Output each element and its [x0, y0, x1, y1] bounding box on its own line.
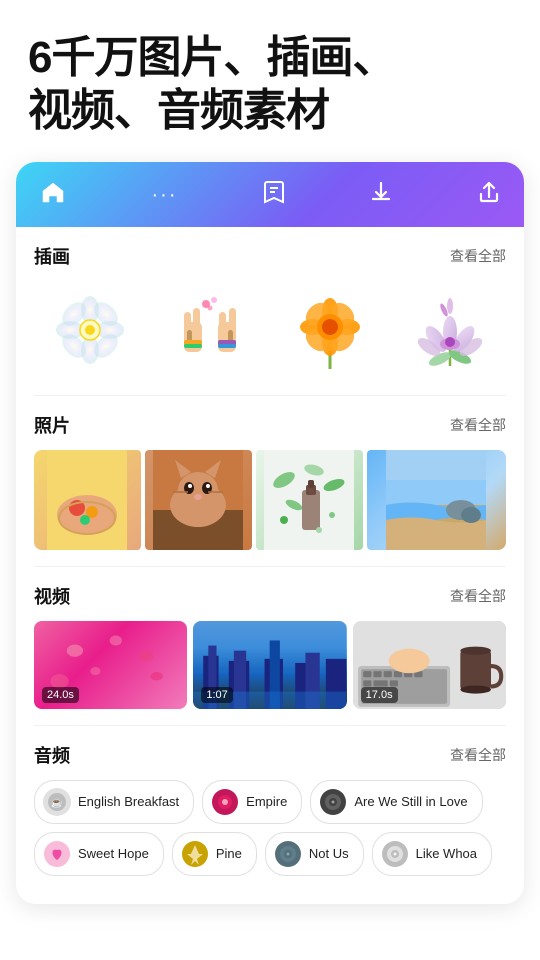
audio-header: 音频 查看全部 [34, 742, 506, 768]
video-duration-city: 1:07 [201, 687, 232, 703]
photos-title: 照片 [34, 412, 70, 438]
audio-chip-not-us[interactable]: Not Us [265, 832, 364, 876]
illustrations-title: 插画 [34, 243, 70, 269]
hero-title: 6千万图片、插画、 视频、音频素材 [28, 32, 512, 138]
content-area: 插画 查看全部 [16, 227, 524, 904]
chip-icon-pine [181, 840, 209, 868]
audio-title: 音频 [34, 742, 70, 768]
videos-section: 视频 查看全部 [16, 583, 524, 725]
audio-chip-are-we-still[interactable]: Are We Still in Love [310, 780, 482, 824]
audio-see-all[interactable]: 查看全部 [450, 745, 506, 765]
video-city[interactable]: 1:07 [193, 621, 346, 709]
photos-section: 照片 查看全部 [16, 412, 524, 566]
illustration-marigold[interactable] [274, 285, 386, 375]
photo-food[interactable] [34, 450, 141, 550]
bookmark-icon[interactable] [263, 180, 285, 210]
chip-label-pine: Pine [216, 846, 242, 861]
audio-section: 音频 查看全部 ☕ English Breakfast [16, 742, 524, 896]
illustration-hands[interactable] [154, 285, 266, 375]
hero-section: 6千万图片、插画、 视频、音频素材 [0, 0, 540, 162]
illustrations-see-all[interactable]: 查看全部 [450, 246, 506, 266]
chip-icon-are-we-still [319, 788, 347, 816]
audio-chip-english-breakfast[interactable]: ☕ English Breakfast [34, 780, 194, 824]
photo-herbs[interactable] [256, 450, 363, 550]
videos-see-all[interactable]: 查看全部 [450, 586, 506, 606]
illustrations-section: 插画 查看全部 [16, 243, 524, 395]
more-icon[interactable]: ··· [152, 184, 178, 207]
audio-chip-pine[interactable]: Pine [172, 832, 257, 876]
share-icon[interactable] [478, 180, 500, 210]
photos-grid [34, 450, 506, 550]
download-icon[interactable] [370, 180, 392, 210]
audio-chip-sweet-hope[interactable]: Sweet Hope [34, 832, 164, 876]
audio-chip-empire[interactable]: Empire [202, 780, 302, 824]
divider-2 [34, 566, 506, 567]
audio-chips-container: ☕ English Breakfast Empire [34, 780, 506, 880]
chip-icon-not-us [274, 840, 302, 868]
illustration-lotus[interactable] [394, 285, 506, 375]
home-icon[interactable] [40, 180, 66, 211]
videos-grid: 24.0s [34, 621, 506, 709]
app-card: ··· 插画 查看全部 [16, 162, 524, 904]
chip-label-not-us: Not Us [309, 846, 349, 861]
chip-label-sweet-hope: Sweet Hope [78, 846, 149, 861]
chip-icon-like-whoa [381, 840, 409, 868]
video-duration-desk: 17.0s [361, 687, 398, 703]
illustration-flower[interactable] [34, 285, 146, 375]
chip-label-english-breakfast: English Breakfast [78, 794, 179, 809]
chip-label-like-whoa: Like Whoa [416, 846, 477, 861]
video-desk[interactable]: 17.0s [353, 621, 506, 709]
photos-see-all[interactable]: 查看全部 [450, 415, 506, 435]
top-nav: ··· [16, 162, 524, 227]
divider-3 [34, 725, 506, 726]
divider-1 [34, 395, 506, 396]
photos-header: 照片 查看全部 [34, 412, 506, 438]
videos-title: 视频 [34, 583, 70, 609]
chip-icon-english-breakfast: ☕ [43, 788, 71, 816]
svg-text:☕: ☕ [51, 796, 63, 809]
videos-header: 视频 查看全部 [34, 583, 506, 609]
chip-label-are-we-still: Are We Still in Love [354, 794, 467, 809]
chip-icon-empire [211, 788, 239, 816]
chip-label-empire: Empire [246, 794, 287, 809]
video-pink[interactable]: 24.0s [34, 621, 187, 709]
photo-cat[interactable] [145, 450, 252, 550]
chip-icon-sweet-hope [43, 840, 71, 868]
photo-sea[interactable] [367, 450, 506, 550]
audio-chip-like-whoa[interactable]: Like Whoa [372, 832, 492, 876]
video-duration-pink: 24.0s [42, 687, 79, 703]
illustrations-row [34, 281, 506, 379]
illustrations-header: 插画 查看全部 [34, 243, 506, 269]
